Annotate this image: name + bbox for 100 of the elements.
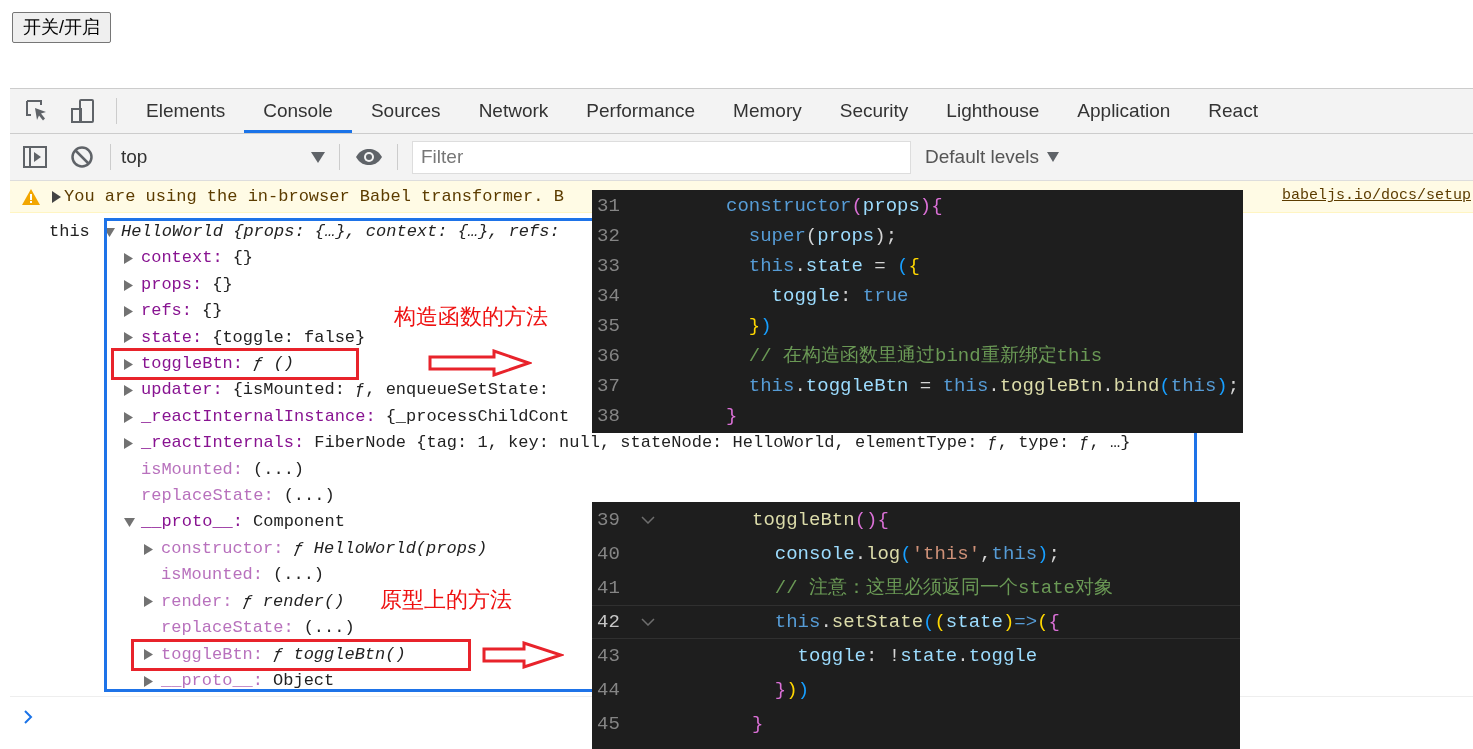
code-line: } bbox=[725, 403, 738, 429]
line-number: 35 bbox=[597, 313, 621, 339]
property-value: ƒ render() bbox=[242, 590, 345, 613]
expand-icon[interactable] bbox=[124, 305, 133, 317]
property-value: Object bbox=[273, 669, 335, 692]
code-line: toggle: true bbox=[770, 283, 909, 309]
property-value: ƒ () bbox=[253, 353, 294, 376]
code-line: super(props); bbox=[747, 223, 898, 249]
log-label: this bbox=[48, 221, 91, 243]
property-key: isMounted: bbox=[141, 456, 244, 484]
panel-tab[interactable]: Application bbox=[1058, 89, 1190, 133]
line-number: 41 bbox=[597, 575, 621, 601]
expand-icon[interactable] bbox=[144, 649, 153, 661]
line-number: 42 bbox=[597, 609, 621, 635]
line-number: 43 bbox=[597, 643, 621, 669]
line-number: 34 bbox=[597, 283, 621, 309]
code-line: })) bbox=[773, 677, 810, 703]
panel-tab[interactable]: Security bbox=[820, 89, 928, 133]
hollow-arrow-icon bbox=[482, 641, 564, 669]
expand-icon[interactable] bbox=[124, 437, 133, 449]
code-line: }) bbox=[747, 313, 772, 339]
property-value: {toggle: false} bbox=[212, 326, 366, 349]
expand-icon[interactable] bbox=[124, 385, 133, 397]
line-number: 37 bbox=[597, 373, 621, 399]
property-key: render: bbox=[161, 588, 233, 616]
code-line: this.toggleBtn = this.toggleBtn.bind(this); bbox=[747, 373, 1240, 399]
property-key: state: bbox=[141, 324, 203, 352]
property-key: updater: bbox=[141, 377, 223, 404]
property-value: (...) bbox=[303, 617, 355, 640]
expand-icon[interactable] bbox=[124, 332, 133, 344]
property-value: Component bbox=[253, 511, 345, 534]
context-select[interactable]: top bbox=[111, 142, 333, 172]
expand-icon[interactable] bbox=[124, 411, 133, 423]
property-key: _reactInternals: bbox=[141, 430, 305, 457]
expand-icon[interactable] bbox=[124, 279, 133, 291]
property-value: ƒ HelloWorld(props) bbox=[293, 537, 488, 560]
code-line: // 注意：这里必须返同一个state对象 bbox=[773, 575, 1114, 601]
code-line: this.setState((state)=>({ bbox=[773, 609, 1060, 635]
property-key: toggleBtn: bbox=[161, 641, 264, 668]
expand-icon[interactable] bbox=[144, 675, 153, 687]
clear-icon[interactable] bbox=[70, 145, 94, 169]
expand-icon[interactable] bbox=[124, 253, 133, 265]
panel-tab[interactable]: Network bbox=[459, 89, 568, 133]
warning-icon bbox=[22, 188, 40, 205]
sidebar-icon[interactable] bbox=[22, 145, 48, 169]
annotation-label: 原型上的方法 bbox=[380, 586, 512, 614]
property-value: FiberNode {tag: 1, key: null, stateNode: HelloWorld, elementType: ƒ, type: ƒ, …} bbox=[314, 432, 1131, 455]
code-line: toggle: !state.toggle bbox=[796, 643, 1038, 669]
line-number: 44 bbox=[597, 677, 621, 703]
code-line: constructor(props){ bbox=[725, 193, 943, 219]
levels-select[interactable]: Default levels bbox=[925, 142, 1060, 172]
property-key: _reactInternalInstance: bbox=[141, 403, 376, 431]
expand-icon[interactable] bbox=[52, 190, 61, 203]
expand-icon[interactable] bbox=[124, 358, 133, 370]
property-value: (...) bbox=[253, 458, 305, 481]
collapse-icon[interactable] bbox=[104, 227, 115, 237]
expand-icon[interactable] bbox=[144, 543, 153, 555]
docs-link[interactable]: babeljs.io/docs/setup bbox=[1281, 185, 1471, 208]
panel-tab[interactable]: Performance bbox=[567, 89, 715, 133]
property-value: (...) bbox=[283, 485, 335, 508]
property-value: {} bbox=[212, 273, 233, 296]
chevron-icon[interactable] bbox=[641, 618, 655, 626]
code-line: } bbox=[751, 711, 764, 737]
code-line: console.log('this',this); bbox=[773, 541, 1060, 567]
collapse-icon[interactable] bbox=[124, 518, 135, 528]
prompt-icon bbox=[24, 709, 33, 724]
panel-tab[interactable]: Elements bbox=[127, 89, 245, 133]
chevron-icon[interactable] bbox=[641, 516, 655, 524]
line-number: 33 bbox=[597, 253, 621, 279]
property-key: replaceState: bbox=[141, 483, 274, 510]
property-value: (...) bbox=[273, 564, 325, 587]
line-number: 45 bbox=[597, 711, 621, 737]
property-value: {} bbox=[202, 300, 223, 323]
dropdown-icon bbox=[1047, 152, 1060, 162]
property-key: __proto__: bbox=[161, 667, 264, 695]
code-line: // 在构造函数里通过bind重新绑定this bbox=[747, 343, 1103, 369]
panel-tab[interactable]: Sources bbox=[351, 89, 460, 133]
property-value[interactable]: HelloWorld {props: {…}, context: {…}, refs: bbox=[121, 219, 560, 246]
property-value: {isMounted: ƒ, enqueueSetState: bbox=[232, 379, 549, 402]
panel-tab[interactable]: React bbox=[1189, 89, 1277, 133]
annotation-label: 构造函数的方法 bbox=[394, 303, 548, 331]
expand-icon[interactable] bbox=[144, 596, 153, 608]
panel-tab[interactable]: Memory bbox=[714, 89, 821, 133]
line-number: 40 bbox=[597, 541, 621, 567]
dropdown-icon bbox=[311, 151, 325, 163]
panel-tab[interactable]: Lighthouse bbox=[927, 89, 1059, 133]
line-number: 38 bbox=[597, 403, 621, 429]
property-key: __proto__: bbox=[141, 509, 244, 536]
property-key: constructor: bbox=[161, 535, 284, 563]
eye-icon[interactable] bbox=[355, 148, 383, 166]
property-key: refs: bbox=[141, 298, 192, 325]
property-key: toggleBtn: bbox=[141, 351, 244, 378]
line-number: 39 bbox=[597, 507, 621, 533]
device-icon[interactable] bbox=[70, 98, 96, 124]
filter-field[interactable]: Filter bbox=[412, 140, 911, 174]
warning-message: You are using the in-browser Babel transformer. B bbox=[64, 185, 564, 208]
code-line: toggleBtn(){ bbox=[751, 507, 889, 533]
toggle-button[interactable]: 开关/开启 bbox=[12, 12, 111, 43]
code-line: this.state = ({ bbox=[747, 253, 920, 279]
line-number: 32 bbox=[597, 223, 621, 249]
